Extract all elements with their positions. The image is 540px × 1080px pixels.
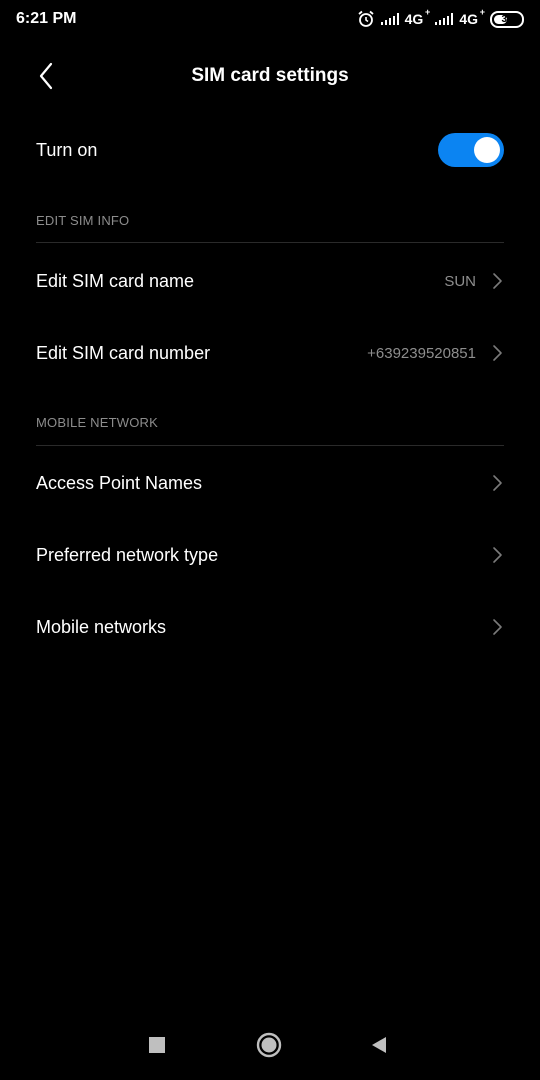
edit-sim-name-label: Edit SIM card name	[36, 270, 195, 291]
circle-icon	[256, 1032, 282, 1058]
header: SIM card settings	[0, 50, 540, 102]
recents-button[interactable]	[142, 1030, 172, 1060]
signal-icon-2	[435, 13, 454, 25]
home-button[interactable]	[254, 1030, 284, 1060]
status-bar: 6:21 PM 4G + 4G + 39	[0, 0, 540, 38]
chevron-right-icon	[493, 273, 502, 289]
triangle-icon	[372, 1037, 386, 1053]
mobile-networks-row[interactable]: Mobile networks	[36, 608, 504, 646]
nav-back-button[interactable]	[364, 1030, 394, 1060]
preferred-network-type-row[interactable]: Preferred network type	[36, 536, 504, 574]
section-label-edit-sim-info: EDIT SIM INFO	[36, 213, 130, 228]
sim-number-value: +639239520851	[367, 344, 476, 362]
mobile-networks-label: Mobile networks	[36, 616, 167, 637]
navigation-bar	[0, 1010, 540, 1080]
edit-sim-number-row[interactable]: Edit SIM card number +639239520851	[36, 334, 504, 372]
divider	[36, 242, 504, 243]
turn-on-toggle[interactable]	[438, 133, 504, 167]
alarm-clock-icon	[358, 10, 374, 27]
square-icon	[149, 1037, 165, 1053]
battery-level: 39	[501, 13, 513, 25]
edit-sim-name-row[interactable]: Edit SIM card name SUN	[36, 262, 504, 300]
chevron-right-icon	[493, 547, 502, 563]
toggle-knob	[474, 137, 500, 163]
status-icons: 4G + 4G + 39	[357, 7, 524, 28]
preferred-network-type-label: Preferred network type	[36, 544, 219, 565]
screen: 6:21 PM 4G + 4G + 39 SIM card settings T…	[0, 0, 540, 1080]
access-point-names-label: Access Point Names	[36, 472, 203, 493]
back-button[interactable]	[30, 60, 62, 92]
edit-sim-number-label: Edit SIM card number	[36, 342, 211, 363]
access-point-names-row[interactable]: Access Point Names	[36, 464, 504, 502]
battery-icon: 39	[490, 10, 524, 28]
signal-icon-1	[380, 13, 399, 25]
turn-on-label: Turn on	[36, 139, 98, 160]
sim-name-value: SUN	[444, 272, 476, 290]
chevron-right-icon	[493, 345, 502, 361]
row-right: +639239520851	[367, 344, 504, 362]
chevron-right-icon	[493, 619, 502, 635]
status-time: 6:21 PM	[16, 10, 77, 27]
divider	[36, 445, 504, 446]
chevron-left-icon	[39, 62, 53, 90]
network-type-2: 4G +	[459, 7, 485, 27]
network-type-1: 4G +	[404, 7, 431, 27]
chevron-right-icon	[493, 475, 502, 491]
page-title: SIM card settings	[191, 65, 349, 86]
row-right: SUN	[444, 272, 504, 290]
section-label-mobile-network: MOBILE NETWORK	[36, 415, 158, 430]
turn-on-row[interactable]: Turn on	[36, 130, 504, 170]
